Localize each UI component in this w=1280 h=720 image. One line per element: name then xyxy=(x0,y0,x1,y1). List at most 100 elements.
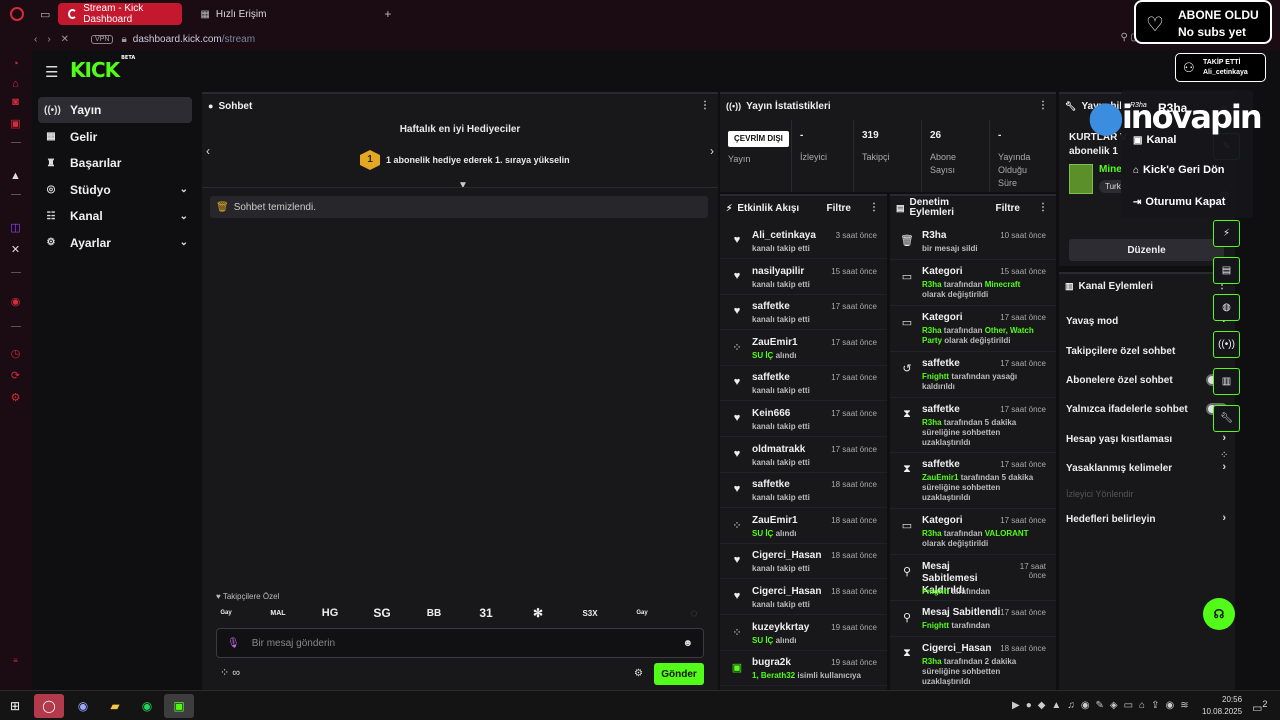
kick-points-icon[interactable]: ⁘ ∞ xyxy=(220,666,240,679)
moderation-filter-button[interactable]: Filtre xyxy=(996,203,1020,214)
activity-item[interactable]: ♥ Ali_cetinkaya 3 saat önce kanalı takip et… xyxy=(720,224,887,259)
spotify-icon[interactable]: ◉ xyxy=(132,694,162,718)
emote[interactable]: MAL xyxy=(268,610,288,617)
activity-item[interactable]: ♥ saffetke 17 saat önce kanalı takip etti xyxy=(720,366,887,402)
activity-item[interactable]: ♥ Cigerci_Hasan 18 saat önce kanalı takip e… xyxy=(720,580,887,615)
tab-quick-access[interactable]: ▦ Hızlı Erişim xyxy=(190,3,276,25)
chat-message-input[interactable]: 🎙︎ Bir mesaj gönderin ☻ xyxy=(216,628,704,658)
action-subscribers-only[interactable]: Abonelere özel sohbet xyxy=(1066,374,1234,386)
messenger-icon[interactable]: ◙ xyxy=(9,96,22,109)
discord-icon[interactable]: ◉ xyxy=(68,694,98,718)
activity-item[interactable]: ♥ oldmatrakk 17 saat önce kanalı takip etti xyxy=(720,438,887,473)
player-icon[interactable]: ◉ xyxy=(9,296,22,309)
taskbar-clock[interactable]: 20:56 10.08.2025 xyxy=(1202,694,1242,718)
kick-points-icon[interactable]: ⁘ xyxy=(1220,450,1228,461)
nav-item-basarilar[interactable]: ♜ Başarılar xyxy=(38,150,192,176)
tab-island-icon[interactable]: ▭ xyxy=(40,8,50,21)
activity-user[interactable]: Cigerci_Hasan xyxy=(752,586,821,597)
activity-item[interactable]: ⁘ ZauEmir1 18 saat önce SU İÇ alındı xyxy=(720,509,887,544)
file-explorer-icon[interactable]: ▰ xyxy=(100,694,130,718)
menu-icon[interactable]: ☰ xyxy=(45,63,58,81)
action-set-goals[interactable]: Hedefleri belirleyin › xyxy=(1066,512,1234,525)
menu-item-logout[interactable]: ⇥ Oturumu Kapat xyxy=(1133,196,1225,208)
activity-user[interactable]: nasilyapilir xyxy=(752,266,804,277)
x-icon[interactable]: ✕ xyxy=(9,244,22,257)
nav-item-kanal[interactable]: ☷ Kanal ⌄ xyxy=(38,203,192,229)
emote[interactable]: ◌ xyxy=(684,606,704,620)
nav-item-yayin[interactable]: ((•)) Yayın xyxy=(38,97,192,123)
bag-icon[interactable]: ⌂ xyxy=(9,78,22,91)
activity-user[interactable]: saffetke xyxy=(752,301,790,312)
activity-item[interactable]: ♥ nasilyapilir 15 saat önce kanalı takip et… xyxy=(720,260,887,295)
moderation-kebab-icon[interactable]: ⋮ xyxy=(1038,202,1048,213)
activity-user[interactable]: Kein666 xyxy=(752,408,790,419)
wrench-button[interactable]: 🔧︎ xyxy=(1213,405,1240,432)
notification-icon[interactable]: ▭2 xyxy=(1252,699,1268,715)
opera-gx-icon[interactable]: ◯ xyxy=(34,694,64,718)
activity-user[interactable]: ZauEmir1 xyxy=(752,337,798,348)
history-icon[interactable]: ◷ xyxy=(9,348,22,361)
activity-item[interactable]: ♥ saffetke 17 saat önce kanalı takip etti xyxy=(720,295,887,331)
menu-item-kanal[interactable]: ▣ Kanal xyxy=(1133,134,1176,146)
activity-item[interactable]: ▣ bugra2k 19 saat önce 1, Berath32 isimli k… xyxy=(720,651,887,687)
document-button[interactable]: ▤ xyxy=(1213,257,1240,284)
activity-user[interactable]: bugra2k xyxy=(752,657,791,668)
activity-user[interactable]: Cigerci_Hasan xyxy=(752,550,821,561)
moderation-item[interactable]: ⧗ saffetke 17 saat önce ZauEmir1 tarafından… xyxy=(890,453,1056,509)
lightning-button[interactable]: ⚡︎ xyxy=(1213,220,1240,247)
kick-logo[interactable]: KICK BETA xyxy=(70,55,135,82)
channel-button[interactable]: ▥ xyxy=(1213,368,1240,395)
activity-user[interactable]: kuzeykkrtay xyxy=(752,622,809,633)
action-followers-only[interactable]: Takipçilere özel sohbet› xyxy=(1066,344,1234,357)
settings-icon[interactable]: ⚙ xyxy=(9,392,22,405)
twitch-icon[interactable]: ◫ xyxy=(9,222,22,235)
nav-back-forward-icon[interactable]: ‹›✕ xyxy=(34,34,79,45)
vpn-badge[interactable]: VPN xyxy=(91,34,114,44)
moderation-item[interactable]: ⚲ Mesaj Sabitlemesi Kaldırıldı 17 saat önc… xyxy=(890,555,1056,601)
activity-item[interactable]: ⁘ kuzeykkrtay 19 saat önce SU İÇ alındı xyxy=(720,616,887,651)
moderation-item[interactable]: ⧗ saffetke 17 saat önce R3ha tarafından 5 d… xyxy=(890,398,1056,453)
moderation-item[interactable]: ⚲ Mesaj Sabitlendi 17 saat önce Fnightt tar… xyxy=(890,601,1056,637)
speed-dial-icon[interactable]: ◔ xyxy=(9,58,22,71)
system-tray-icons[interactable]: ▶●◆▲♫◉✎◈▭⌂⇪◉≋ xyxy=(1012,700,1195,711)
kick-app-icon[interactable]: ▣ xyxy=(164,694,194,718)
chat-settings-icon[interactable]: ⚙ xyxy=(634,668,643,679)
emote[interactable]: 31 xyxy=(476,606,496,620)
activity-item[interactable]: ♥ saffetke 18 saat önce kanalı takip etti xyxy=(720,473,887,509)
new-tab-button[interactable]: + xyxy=(384,7,391,21)
nav-item-studyo[interactable]: ◎ Stüdyo ⌄ xyxy=(38,177,192,203)
emote[interactable]: Gay xyxy=(216,610,236,616)
chevron-left-icon[interactable]: ‹ xyxy=(206,144,210,158)
url-field[interactable]: dashboard.kick.com/stream xyxy=(133,34,255,45)
stats-kebab-icon[interactable]: ⋮ xyxy=(1038,100,1048,111)
activity-item[interactable]: ♥ Cigerci_Hasan 18 saat önce kanalı takip e… xyxy=(720,544,887,580)
action-account-age[interactable]: Hesap yaşı kısıtlaması › xyxy=(1066,432,1234,445)
gx-icon[interactable]: ≡ xyxy=(9,654,22,667)
microphone-icon[interactable]: 🎙︎ xyxy=(227,638,240,649)
emote[interactable]: S3X xyxy=(580,609,600,618)
moderation-item[interactable]: ▭ Kategori 17 saat önce R3ha tarafından VAL… xyxy=(890,509,1056,555)
support-button[interactable]: ☊ xyxy=(1203,598,1235,630)
send-button[interactable]: Gönder xyxy=(654,663,704,685)
moderation-item[interactable]: ▭ Kategori 15 saat önce R3ha tarafından Min… xyxy=(890,260,1056,306)
emote[interactable]: BB xyxy=(424,608,444,619)
tab-kick-dashboard[interactable]: Stream - Kick Dashboard xyxy=(58,3,183,25)
emote[interactable]: ✻ xyxy=(528,606,548,620)
emote[interactable]: HG xyxy=(320,607,340,619)
opera-logo-icon[interactable] xyxy=(10,7,24,21)
emote[interactable]: SG xyxy=(372,606,392,620)
activity-user[interactable]: saffetke xyxy=(752,479,790,490)
moderation-item[interactable]: 🗑︎ R3ha 10 saat önce bir mesajı sildi xyxy=(890,224,1056,260)
moderation-item[interactable]: ▭ Kategori 17 saat önce R3ha tarafından Oth… xyxy=(890,306,1056,352)
pinned-filter-icon[interactable]: ▼ xyxy=(458,180,468,191)
activity-item[interactable]: ⁘ ZauEmir1 17 saat önce SU İÇ alındı xyxy=(720,331,887,366)
menu-item-back-to-kick[interactable]: ⌂ Kick'e Geri Dön xyxy=(1133,164,1225,176)
chat-kebab-icon[interactable]: ⋮ xyxy=(700,100,710,111)
aria-icon[interactable]: ▲ xyxy=(9,170,22,183)
chevron-right-icon[interactable]: › xyxy=(710,144,714,158)
nav-item-gelir[interactable]: ▦ Gelir xyxy=(38,124,192,150)
chat-button[interactable]: ◍ xyxy=(1213,294,1240,321)
broadcast-button[interactable]: ((•)) xyxy=(1213,331,1240,358)
moderation-item[interactable]: ↺ saffetke 17 saat önce Fnightt tarafından … xyxy=(890,352,1056,398)
action-emotes-only[interactable]: Yalnızca ifadelerle sohbet xyxy=(1066,403,1234,415)
